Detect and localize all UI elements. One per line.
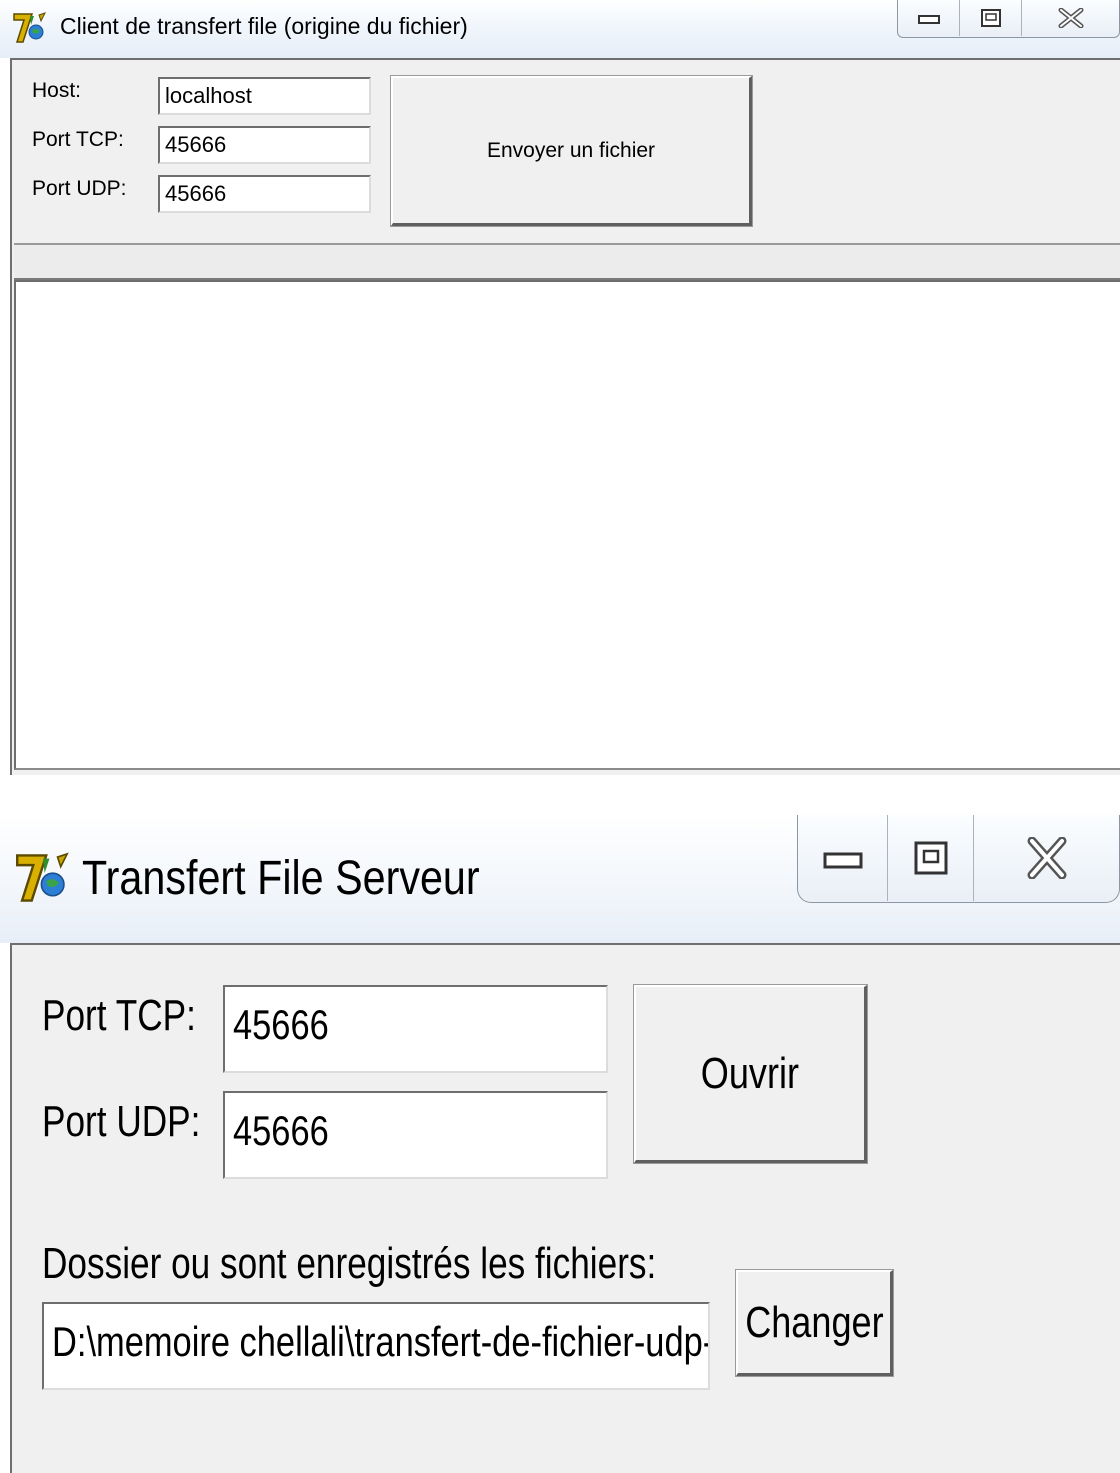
window-title: Client de transfert file (origine du fic… [60,13,468,39]
close-icon [1027,837,1066,879]
log-area[interactable] [14,280,1120,770]
folder-label: Dossier ou sont enregistrés les fichiers… [42,1239,657,1288]
send-file-button-label: Envoyer un fichier [486,138,656,162]
server-window: Transfert File Serveur Port TCP: 45666 P… [0,815,1120,1473]
maximize-button[interactable] [960,0,1022,36]
maximize-icon [980,9,1001,27]
tcp-port-input[interactable]: 45666 [223,985,608,1073]
udp-port-value: 45666 [233,1107,329,1154]
udp-port-input[interactable]: 45666 [223,1091,608,1179]
open-button-label: Ouvrir [700,1048,800,1098]
change-folder-button[interactable]: Changer [735,1269,894,1377]
minimize-icon [917,15,940,24]
app-icon [14,850,72,906]
server-title-bar[interactable]: Transfert File Serveur [0,815,1120,943]
close-button[interactable] [974,815,1119,901]
udp-port-input[interactable]: 45666 [158,175,371,213]
window-caption-buttons [797,815,1120,903]
client-title-bar[interactable]: Client de transfert file (origine du fic… [0,0,1120,58]
close-icon [1058,8,1083,28]
send-file-button[interactable]: Envoyer un fichier [390,75,753,227]
app-icon [12,11,48,45]
open-button[interactable]: Ouvrir [633,984,868,1164]
close-button[interactable] [1022,0,1119,36]
folder-path-input[interactable]: D:\memoire chellali\transfert-de-fichier… [42,1302,710,1390]
folder-path-value: D:\memoire chellali\transfert-de-fichier… [52,1318,710,1365]
minimize-button[interactable] [898,0,960,36]
host-input[interactable]: localhost [158,77,371,115]
minimize-button[interactable] [798,815,888,901]
server-form: Port TCP: 45666 Port UDP: 45666 Ouvrir D… [10,943,1120,1473]
window-caption-buttons [897,0,1120,38]
maximize-icon [914,841,947,875]
change-folder-button-label: Changer [744,1297,884,1347]
udp-port-label: Port UDP: [42,1097,201,1146]
tcp-port-label: Port TCP: [42,991,196,1040]
window-title: Transfert File Serveur [82,852,480,905]
client-window: Client de transfert file (origine du fic… [0,0,1120,775]
minimize-icon [823,852,862,869]
tcp-port-input[interactable]: 45666 [158,126,371,164]
maximize-button[interactable] [888,815,974,901]
tcp-port-label: Port TCP: [32,128,124,151]
udp-port-label: Port UDP: [32,177,127,200]
client-form: Host: localhost Port TCP: 45666 Port UDP… [10,58,1120,775]
status-bar [14,243,1120,280]
host-label: Host: [32,79,82,102]
tcp-port-value: 45666 [233,1001,329,1048]
